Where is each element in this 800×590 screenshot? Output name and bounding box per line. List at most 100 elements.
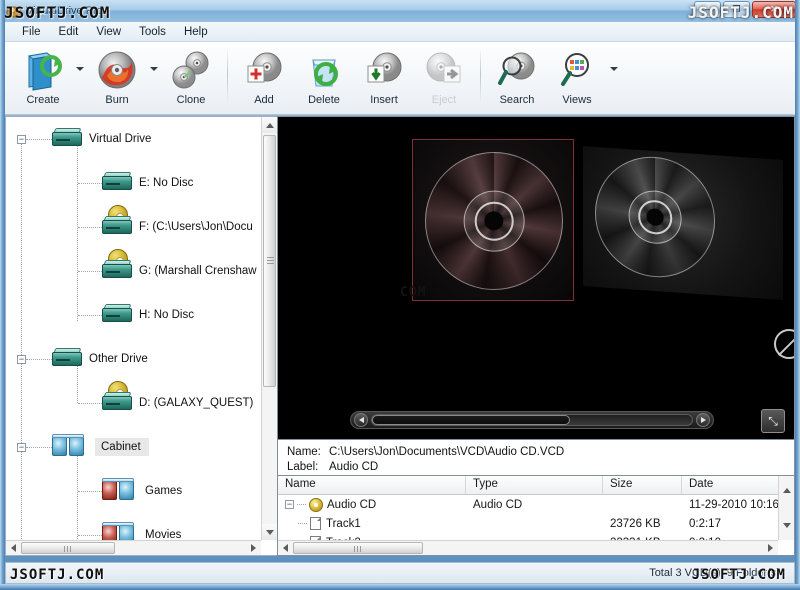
toolbar-caret-burn[interactable] bbox=[147, 45, 161, 111]
column-header-date[interactable]: Date bbox=[682, 476, 780, 494]
minimize-icon: – bbox=[704, 4, 710, 14]
tree-horizontal-scrollbar[interactable] bbox=[6, 540, 261, 555]
preview-nav-track[interactable] bbox=[371, 414, 693, 426]
menu-item-file[interactable]: File bbox=[13, 24, 50, 40]
list-expander-icon[interactable]: − bbox=[285, 500, 294, 509]
close-icon: ✕ bbox=[770, 4, 778, 14]
scroll-up-button[interactable] bbox=[782, 476, 791, 493]
preview-nav-scrollbar[interactable] bbox=[350, 411, 714, 429]
toolbar-button-burn[interactable]: Burn bbox=[87, 45, 147, 111]
cd-icon bbox=[309, 497, 323, 512]
tree-connector bbox=[78, 182, 102, 184]
toolbar-button-create[interactable]: Create bbox=[13, 45, 73, 111]
toolbar-button-search[interactable]: Search bbox=[487, 45, 547, 111]
tree-node-other-drive[interactable]: − Other Drive bbox=[6, 337, 261, 381]
column-header-name[interactable]: Name bbox=[278, 476, 466, 494]
window-border-right bbox=[795, 0, 800, 590]
tree-vertical-scrollbar[interactable] bbox=[261, 117, 277, 540]
tree-connector bbox=[26, 446, 52, 448]
list-connector bbox=[297, 504, 306, 505]
list-cell-type: Audio CD bbox=[473, 498, 523, 511]
table-row[interactable]: Track1 23726 KB 0:2:17 bbox=[278, 514, 794, 533]
tree-connector bbox=[78, 402, 102, 404]
toolbar-label-insert: Insert bbox=[370, 94, 398, 106]
menu-item-view[interactable]: View bbox=[87, 24, 130, 40]
create-folder-icon bbox=[21, 50, 65, 92]
insert-disc-icon bbox=[362, 50, 406, 92]
tree-connector bbox=[78, 490, 102, 492]
clone-discs-icon bbox=[169, 50, 213, 92]
toolbar-button-add[interactable]: Add bbox=[234, 45, 294, 111]
maximize-button[interactable]: ❐ bbox=[723, 1, 750, 18]
disc-artwork-gray bbox=[595, 152, 715, 282]
toolbar-button-insert[interactable]: Insert bbox=[354, 45, 414, 111]
menu-item-tools[interactable]: Tools bbox=[130, 24, 175, 40]
scroll-left-button[interactable] bbox=[6, 541, 21, 556]
toolbar-button-clone[interactable]: Clone bbox=[161, 45, 221, 111]
scroll-right-button[interactable] bbox=[763, 541, 778, 556]
tree-node-drive-g[interactable]: G: (Marshall Crenshaw bbox=[6, 249, 261, 293]
list-cell-name: − Audio CD bbox=[278, 497, 466, 512]
tree-node-drive-h[interactable]: H: No Disc bbox=[6, 293, 261, 337]
tree-expander-icon[interactable]: − bbox=[17, 134, 26, 144]
tree-hscroll-thumb[interactable] bbox=[21, 542, 115, 554]
fullscreen-toggle-button[interactable]: ⤡ bbox=[761, 409, 785, 433]
tree-node-drive-d[interactable]: D: (GALAXY_QUEST) bbox=[6, 381, 261, 425]
minimize-button[interactable]: – bbox=[694, 1, 721, 18]
list-vertical-scrollbar[interactable] bbox=[778, 476, 794, 540]
scroll-left-button[interactable] bbox=[278, 541, 293, 556]
scroll-down-button[interactable] bbox=[782, 523, 791, 540]
tree-node-cabinet[interactable]: − Cabinet bbox=[6, 425, 261, 469]
tree-scroll-thumb[interactable] bbox=[263, 135, 276, 387]
close-button[interactable]: ✕ bbox=[752, 1, 796, 18]
tree-node-virtual-drive[interactable]: − Virtual Drive bbox=[6, 117, 261, 161]
tree-node-movies[interactable]: Movies bbox=[6, 513, 261, 540]
info-value-label: Audio CD bbox=[329, 460, 379, 473]
tree-connector bbox=[78, 226, 102, 228]
menu-item-help[interactable]: Help bbox=[175, 24, 217, 40]
column-header-size[interactable]: Size bbox=[603, 476, 682, 494]
disc-preview-pane[interactable]: ⤡ bbox=[277, 116, 795, 440]
scroll-grip-icon bbox=[354, 546, 362, 552]
toolbar-button-views[interactable]: Views bbox=[547, 45, 607, 111]
list-hscroll-thumb[interactable] bbox=[293, 542, 423, 554]
tree-node-drive-e[interactable]: E: No Disc bbox=[6, 161, 261, 205]
preview-nav-thumb[interactable] bbox=[372, 415, 571, 425]
drive-disc-icon bbox=[102, 205, 132, 240]
drive-icon bbox=[52, 126, 82, 152]
up-arrow-icon bbox=[265, 122, 274, 128]
list-horizontal-scrollbar[interactable] bbox=[278, 540, 778, 555]
menu-item-edit[interactable]: Edit bbox=[50, 24, 88, 40]
tree-expander-icon[interactable]: − bbox=[17, 442, 26, 452]
scroll-up-button[interactable] bbox=[261, 117, 277, 133]
preview-scroll-left-button[interactable] bbox=[354, 413, 368, 427]
tree-expander-icon[interactable]: − bbox=[17, 354, 26, 364]
toolbar-button-eject[interactable]: Eject bbox=[414, 45, 474, 111]
list-cell-date: 0:2:17 bbox=[689, 517, 721, 530]
tree-node-drive-f[interactable]: F: (C:\Users\Jon\Docu bbox=[6, 205, 261, 249]
tree-label-games: Games bbox=[145, 485, 183, 497]
tree-node-games[interactable]: Games bbox=[6, 469, 261, 513]
preview-scroll-right-button[interactable] bbox=[696, 413, 710, 427]
disc-tile-next[interactable] bbox=[583, 146, 783, 300]
right-arrow-icon bbox=[768, 544, 773, 552]
toolbar-button-delete[interactable]: Delete bbox=[294, 45, 354, 111]
table-row[interactable]: − Audio CD Audio CD 11-29-2010 10:16:59 bbox=[278, 495, 794, 514]
window-border-bottom bbox=[0, 584, 800, 590]
disc-info-panel: Name: C:\Users\Jon\Documents\VCD\Audio C… bbox=[277, 440, 795, 476]
drive-disc-icon bbox=[102, 381, 132, 416]
contents-list-view[interactable]: Name Type Size Date − Audio CD Audio CD … bbox=[277, 476, 795, 556]
disc-tile-selected[interactable] bbox=[412, 139, 574, 301]
toolbar-caret-views[interactable] bbox=[607, 45, 621, 111]
main-area: − Virtual Drive E: No Disc F: (C:\Users\… bbox=[5, 116, 795, 556]
tree-connector bbox=[26, 138, 52, 140]
tree-connector bbox=[78, 270, 102, 272]
scroll-down-button[interactable] bbox=[261, 524, 277, 540]
tree-label-drive-g: G: (Marshall Crenshaw bbox=[139, 265, 257, 277]
down-arrow-icon bbox=[782, 523, 791, 540]
left-arrow-icon bbox=[11, 544, 16, 552]
toolbar-caret-create[interactable] bbox=[73, 45, 87, 111]
scroll-right-button[interactable] bbox=[246, 541, 261, 556]
column-header-type[interactable]: Type bbox=[466, 476, 603, 494]
drive-tree-panel[interactable]: − Virtual Drive E: No Disc F: (C:\Users\… bbox=[5, 116, 277, 556]
